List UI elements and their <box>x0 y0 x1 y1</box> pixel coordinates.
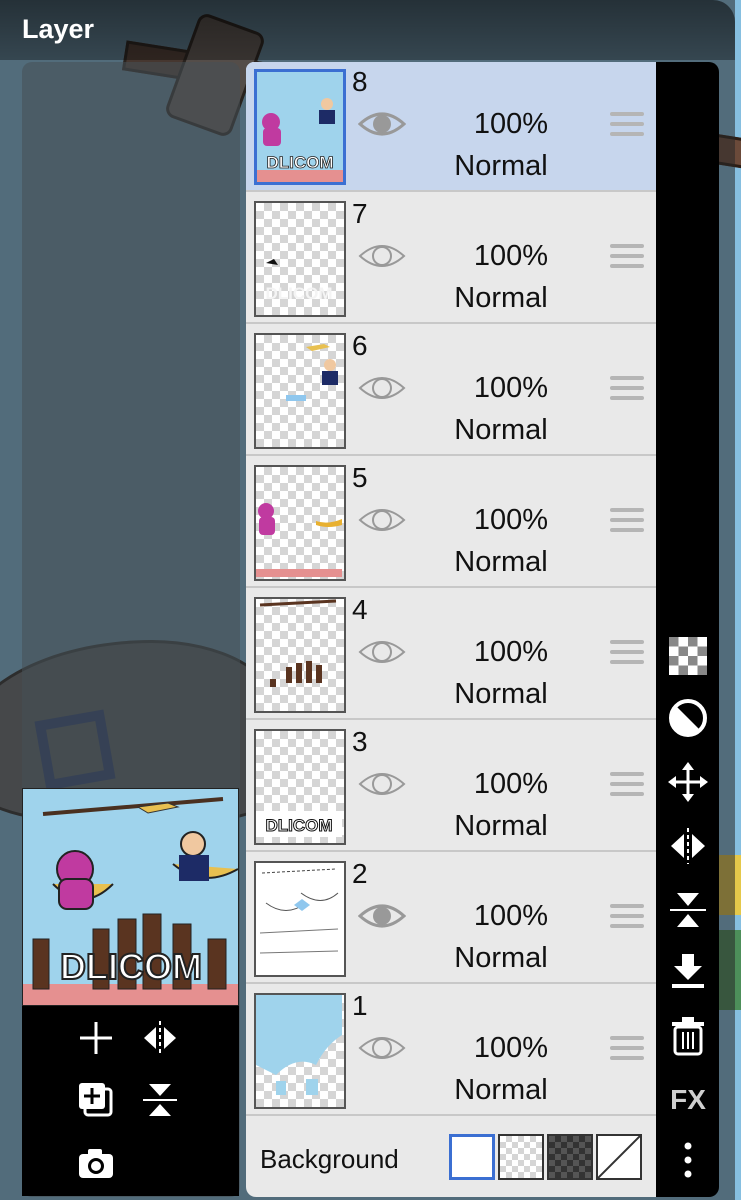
layer-thumbnail <box>254 333 346 449</box>
layer-opacity[interactable]: 100% <box>446 900 576 933</box>
background-label: Background <box>260 1144 399 1174</box>
layer-row-6[interactable]: 6 100% Normal <box>246 326 656 456</box>
layer-thumbnail <box>254 465 346 581</box>
drag-handle-icon[interactable] <box>610 244 644 274</box>
visibility-eye-icon[interactable] <box>358 634 406 670</box>
layer-number: 4 <box>352 594 368 625</box>
move-icon[interactable] <box>666 760 710 804</box>
layer-blend-mode[interactable]: Normal <box>436 150 566 183</box>
transparency-lock-icon[interactable] <box>666 634 710 678</box>
background-dark-swatch[interactable] <box>547 1134 593 1180</box>
merge-down-icon[interactable] <box>666 950 710 994</box>
drag-handle-icon[interactable] <box>610 376 644 406</box>
layer-row-1[interactable]: 1 100% Normal <box>246 986 656 1116</box>
layer-thumbnail <box>254 597 346 713</box>
layer-number: 7 <box>352 198 368 229</box>
layer-opacity[interactable]: 100% <box>446 372 576 405</box>
layer-number: 5 <box>352 462 368 493</box>
layer-row-4[interactable]: 4 100% Normal <box>246 590 656 720</box>
layer-number: 2 <box>352 858 368 889</box>
preview-logo-text: DLICOM <box>60 946 202 987</box>
background-none-swatch[interactable] <box>596 1134 642 1180</box>
right-toolbar: FX <box>656 62 719 1197</box>
fx-button[interactable]: FX <box>666 1078 710 1122</box>
background-white-swatch[interactable] <box>449 1134 495 1180</box>
panel-title: Layer <box>22 14 95 44</box>
clipping-icon[interactable] <box>666 696 710 740</box>
visibility-eye-icon[interactable] <box>357 106 407 142</box>
visibility-eye-icon[interactable] <box>358 502 406 538</box>
drag-handle-icon[interactable] <box>610 508 644 538</box>
camera-icon[interactable] <box>72 1140 120 1188</box>
layer-blend-mode[interactable]: Normal <box>436 282 566 315</box>
layer-row-3[interactable]: DLICOM 3 100% Normal <box>246 722 656 852</box>
layer-blend-mode[interactable]: Normal <box>436 810 566 843</box>
layer-blend-mode[interactable]: Normal <box>436 678 566 711</box>
layer-opacity[interactable]: 100% <box>446 108 576 141</box>
visibility-eye-icon[interactable] <box>358 766 406 802</box>
thumb-logo-text: DLICOM <box>266 153 333 172</box>
add-layer-icon[interactable] <box>72 1014 120 1062</box>
more-options-icon[interactable] <box>666 1138 710 1182</box>
layer-thumbnail <box>254 993 346 1109</box>
flip-horizontal-icon[interactable] <box>136 1014 184 1062</box>
visibility-eye-icon[interactable] <box>358 238 406 274</box>
layer-thumbnail: DLICOM <box>254 729 346 845</box>
layer-number: 1 <box>352 990 368 1021</box>
thumb-logo-text: DLICOM <box>265 284 332 303</box>
layer-opacity[interactable]: 100% <box>446 240 576 273</box>
layer-thumbnail: DLICOM <box>254 69 346 185</box>
layer-opacity[interactable]: 100% <box>446 1032 576 1065</box>
layer-row-7[interactable]: DLICOM 7 100% Normal <box>246 194 656 324</box>
flip-vertical-icon[interactable] <box>136 1076 184 1124</box>
drag-handle-icon[interactable] <box>610 112 644 142</box>
layer-blend-mode[interactable]: Normal <box>436 414 566 447</box>
layer-thumbnail: DLICOM <box>254 201 346 317</box>
thumb-logo-text: DLICOM <box>265 816 332 835</box>
layer-blend-mode[interactable]: Normal <box>436 546 566 579</box>
visibility-eye-icon[interactable] <box>358 1030 406 1066</box>
layer-panel-header: Layer <box>0 0 735 60</box>
duplicate-layer-icon[interactable] <box>72 1076 120 1124</box>
background-transparent-swatch[interactable] <box>498 1134 544 1180</box>
delete-layer-icon[interactable] <box>666 1014 710 1058</box>
drag-handle-icon[interactable] <box>610 640 644 670</box>
layer-number: 6 <box>352 330 368 361</box>
visibility-eye-icon[interactable] <box>357 898 407 934</box>
layer-list: DLICOM 8 100% Normal DLICOM 7 100% Norma… <box>246 62 656 1197</box>
preview-artwork: DLICOM <box>23 789 238 1005</box>
drag-handle-icon[interactable] <box>610 1036 644 1066</box>
drag-handle-icon[interactable] <box>610 904 644 934</box>
layer-opacity[interactable]: 100% <box>446 504 576 537</box>
layer-thumbnail <box>254 861 346 977</box>
visibility-eye-icon[interactable] <box>358 370 406 406</box>
layer-number: 8 <box>352 66 368 97</box>
layer-number: 3 <box>352 726 368 757</box>
drag-handle-icon[interactable] <box>610 772 644 802</box>
canvas-preview[interactable]: DLICOM <box>22 788 239 1006</box>
layer-opacity[interactable]: 100% <box>446 636 576 669</box>
background-row: Background <box>246 1122 656 1197</box>
layer-blend-mode[interactable]: Normal <box>436 1074 566 1107</box>
layer-row-8[interactable]: DLICOM 8 100% Normal <box>246 62 656 192</box>
layer-row-5[interactable]: 5 100% Normal <box>246 458 656 588</box>
layer-row-2[interactable]: 2 100% Normal <box>246 854 656 984</box>
layer-opacity[interactable]: 100% <box>446 768 576 801</box>
flip-layer-vertical-icon[interactable] <box>666 888 710 932</box>
layer-blend-mode[interactable]: Normal <box>436 942 566 975</box>
flip-layer-horizontal-icon[interactable] <box>666 824 710 868</box>
left-toolbar <box>22 1006 239 1196</box>
